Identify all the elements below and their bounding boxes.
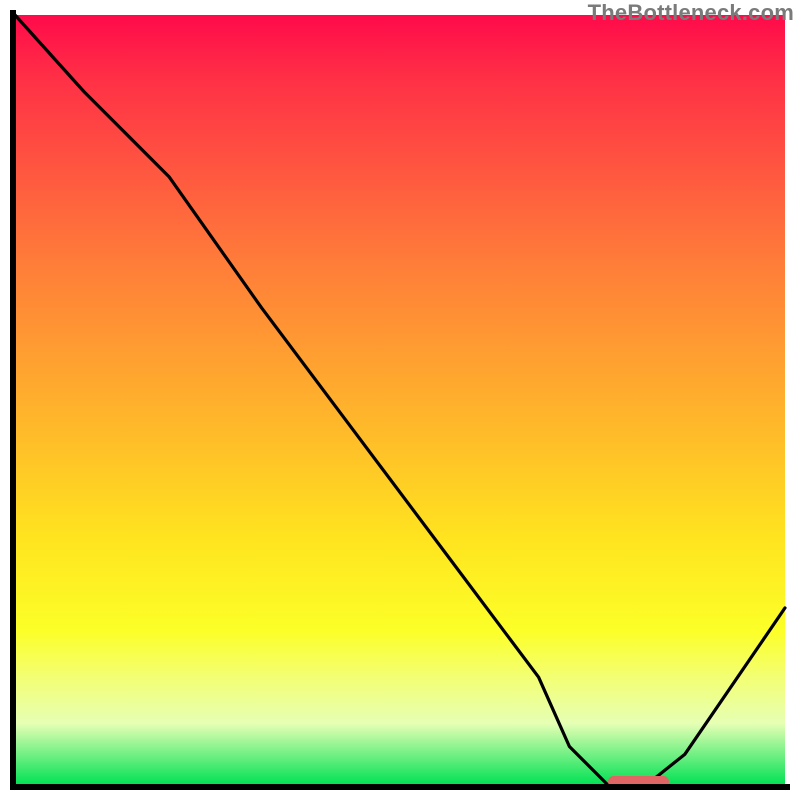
axis-y (10, 10, 16, 790)
plot-area (15, 15, 785, 785)
bottleneck-curve-path (15, 15, 785, 785)
axis-x (10, 784, 790, 790)
bottleneck-chart: TheBottleneck.com (0, 0, 800, 800)
watermark-text: TheBottleneck.com (588, 0, 794, 26)
curve-svg (15, 15, 785, 785)
